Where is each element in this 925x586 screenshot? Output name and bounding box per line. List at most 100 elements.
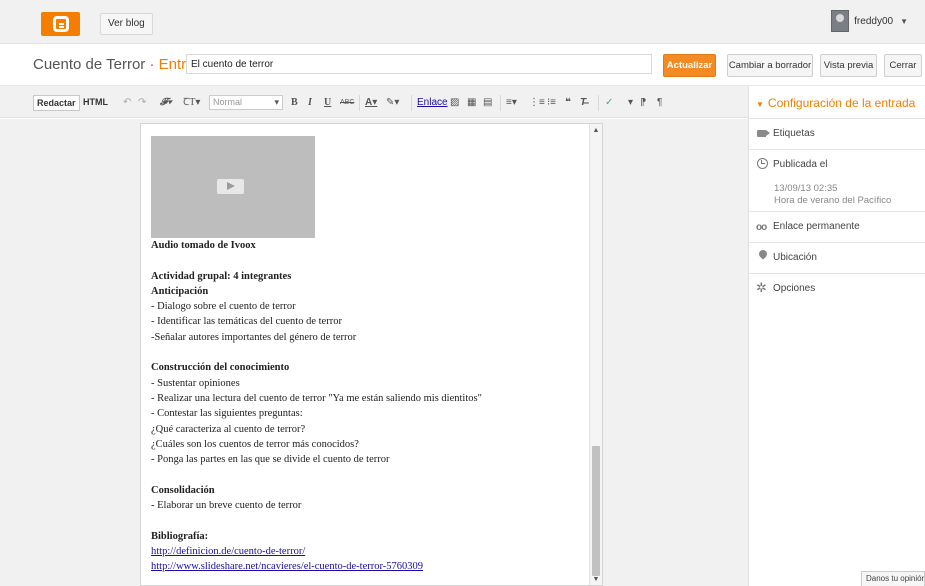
- published-timezone: Hora de verano del Pacífico: [774, 195, 892, 206]
- align-icon[interactable]: ≡▾: [506, 96, 517, 110]
- image-icon[interactable]: ▨: [450, 96, 459, 110]
- page-break-icon[interactable]: ▤: [483, 96, 492, 110]
- bibliography-link[interactable]: http://www.slideshare.net/ncavieres/el-c…: [151, 561, 423, 572]
- content-line: - Realizar una lectura del cuento de ter…: [151, 392, 482, 404]
- clear-formatting-icon[interactable]: T̶: [580, 96, 586, 110]
- quote-icon[interactable]: ❝: [565, 96, 571, 110]
- video-icon[interactable]: ▦: [467, 96, 476, 110]
- options-label: Opciones: [773, 283, 816, 294]
- link-button[interactable]: Enlace: [417, 96, 448, 110]
- post-settings-sidebar: ▼ Configuración de la entrada Etiquetas P…: [748, 86, 925, 586]
- post-title-input[interactable]: [186, 54, 652, 74]
- italic-icon[interactable]: I: [308, 96, 312, 110]
- username: freddy00: [854, 15, 894, 27]
- user-menu[interactable]: freddy00 ▼: [831, 10, 908, 32]
- top-bar: Ver blog freddy00 ▼: [0, 0, 925, 44]
- content-line: - Identificar las temáticas del cuento d…: [151, 316, 342, 328]
- toolbar-divider: [359, 95, 360, 111]
- post-body-editor[interactable]: Audio tomado de Ivoox Actividad grupal: 4…: [140, 123, 603, 586]
- view-blog-button[interactable]: Ver blog: [100, 13, 153, 35]
- sidebar-item-location[interactable]: Ubicación: [749, 242, 925, 273]
- scroll-down-icon[interactable]: ▼: [590, 576, 602, 583]
- title-row: Cuento de Terror · Entrada Actualizar Ca…: [0, 44, 925, 86]
- content-heading: Bibliografía:: [151, 530, 209, 542]
- font-size-icon[interactable]: ꞆT▾: [183, 96, 200, 110]
- tab-compose[interactable]: Redactar: [33, 95, 80, 111]
- content-line: - Ponga las partes en las que se divide …: [151, 454, 390, 466]
- sidebar-item-options[interactable]: ✲ Opciones: [749, 273, 925, 304]
- post-settings-title[interactable]: ▼ Configuración de la entrada: [756, 96, 915, 110]
- format-select-value: Normal: [213, 97, 243, 107]
- close-button[interactable]: Cerrar: [884, 54, 922, 77]
- toolbar-divider: [500, 95, 501, 111]
- strikethrough-icon[interactable]: ABC: [340, 96, 354, 110]
- format-select[interactable]: Normal ▾: [209, 95, 283, 110]
- toolbar-divider: [411, 95, 412, 111]
- more-options-icon[interactable]: ▾: [628, 96, 633, 110]
- content-line: - Elaborar un breve cuento de terror: [151, 500, 302, 512]
- ltr-icon[interactable]: ⁋: [640, 96, 646, 110]
- embedded-video[interactable]: [151, 136, 315, 238]
- content-heading: Actividad grupal: 4 integrantes: [151, 270, 292, 282]
- post-content[interactable]: Audio tomado de Ivoox Actividad grupal: 4…: [151, 136, 591, 575]
- blogger-logo-icon[interactable]: [41, 12, 80, 36]
- bibliography-link[interactable]: http://definicion.de/cuento-de-terror/: [151, 546, 305, 557]
- content-heading: Anticipación: [151, 285, 209, 297]
- post-settings-label: Configuración de la entrada: [767, 96, 916, 110]
- bold-icon[interactable]: B: [291, 96, 298, 110]
- bullet-list-icon[interactable]: ⁝≡: [547, 96, 556, 110]
- play-icon[interactable]: [217, 179, 244, 194]
- content-heading: Consolidación: [151, 484, 215, 496]
- scrollbar[interactable]: ▲ ▼: [589, 124, 602, 585]
- text-color-icon[interactable]: A▾: [365, 96, 377, 110]
- avatar: [831, 10, 850, 32]
- underline-icon[interactable]: U: [324, 96, 331, 110]
- sidebar-item-labels[interactable]: Etiquetas: [749, 118, 925, 149]
- chevron-down-icon: ▾: [274, 97, 279, 107]
- numbered-list-icon[interactable]: ⋮≡: [529, 96, 545, 110]
- sidebar-item-permalink[interactable]: oo Enlace permanente: [749, 211, 925, 242]
- content-heading: Construcción del conocimiento: [151, 362, 290, 374]
- tab-html[interactable]: HTML: [80, 95, 111, 111]
- location-label: Ubicación: [773, 252, 817, 263]
- sidebar-item-published[interactable]: Publicada el 13/09/13 02:35 Hora de vera…: [749, 149, 925, 211]
- highlight-icon[interactable]: ✎▾: [386, 96, 399, 110]
- breadcrumb: Cuento de Terror · Entrada: [33, 56, 211, 73]
- content-line: - Dialogo sobre el cuento de terror: [151, 301, 296, 313]
- chevron-down-icon: ▼: [900, 16, 908, 26]
- content-line: - Sustentar opiniones: [151, 377, 240, 389]
- content-line: ¿Cuáles son los cuentos de terror más co…: [151, 438, 359, 450]
- content-line: - Contestar las siguientes preguntas:: [151, 408, 303, 420]
- scroll-thumb[interactable]: [592, 446, 600, 576]
- location-pin-icon: [757, 248, 769, 260]
- blog-name: Cuento de Terror: [33, 56, 146, 73]
- revert-to-draft-button[interactable]: Cambiar a borrador: [727, 54, 813, 77]
- labels-label: Etiquetas: [773, 128, 815, 139]
- content-line: -Señalar autores importantes del género …: [151, 331, 357, 343]
- content-heading: Audio tomado de Ivoox: [151, 240, 256, 251]
- published-label: Publicada el: [773, 159, 828, 170]
- toolbar-divider: [598, 95, 599, 111]
- link-icon: oo: [756, 222, 767, 233]
- published-date: 13/09/13 02:35: [774, 183, 838, 194]
- content-line: http://definicion.de/cuento-de-terror/: [151, 544, 591, 559]
- gear-icon: ✲: [756, 280, 767, 295]
- font-family-icon[interactable]: 𝓕▾: [160, 96, 172, 110]
- feedback-button[interactable]: Danos tu opinión: [861, 571, 925, 586]
- triangle-down-icon: ▼: [756, 100, 764, 109]
- scroll-up-icon[interactable]: ▲: [590, 127, 602, 134]
- breadcrumb-separator: ·: [145, 56, 159, 73]
- editor-toolbar: Redactar HTML ↶ ↷ 𝓕▾ ꞆT▾ Normal ▾ B I U A…: [0, 86, 748, 118]
- undo-icon[interactable]: ↶: [123, 96, 131, 110]
- spellcheck-icon[interactable]: ✓: [605, 96, 613, 110]
- update-button[interactable]: Actualizar: [663, 54, 716, 77]
- preview-button[interactable]: Vista previa: [820, 54, 877, 77]
- permalink-label: Enlace permanente: [773, 221, 860, 232]
- rtl-icon[interactable]: ¶: [657, 96, 662, 110]
- tag-icon: [757, 130, 770, 137]
- redo-icon[interactable]: ↷: [138, 96, 146, 110]
